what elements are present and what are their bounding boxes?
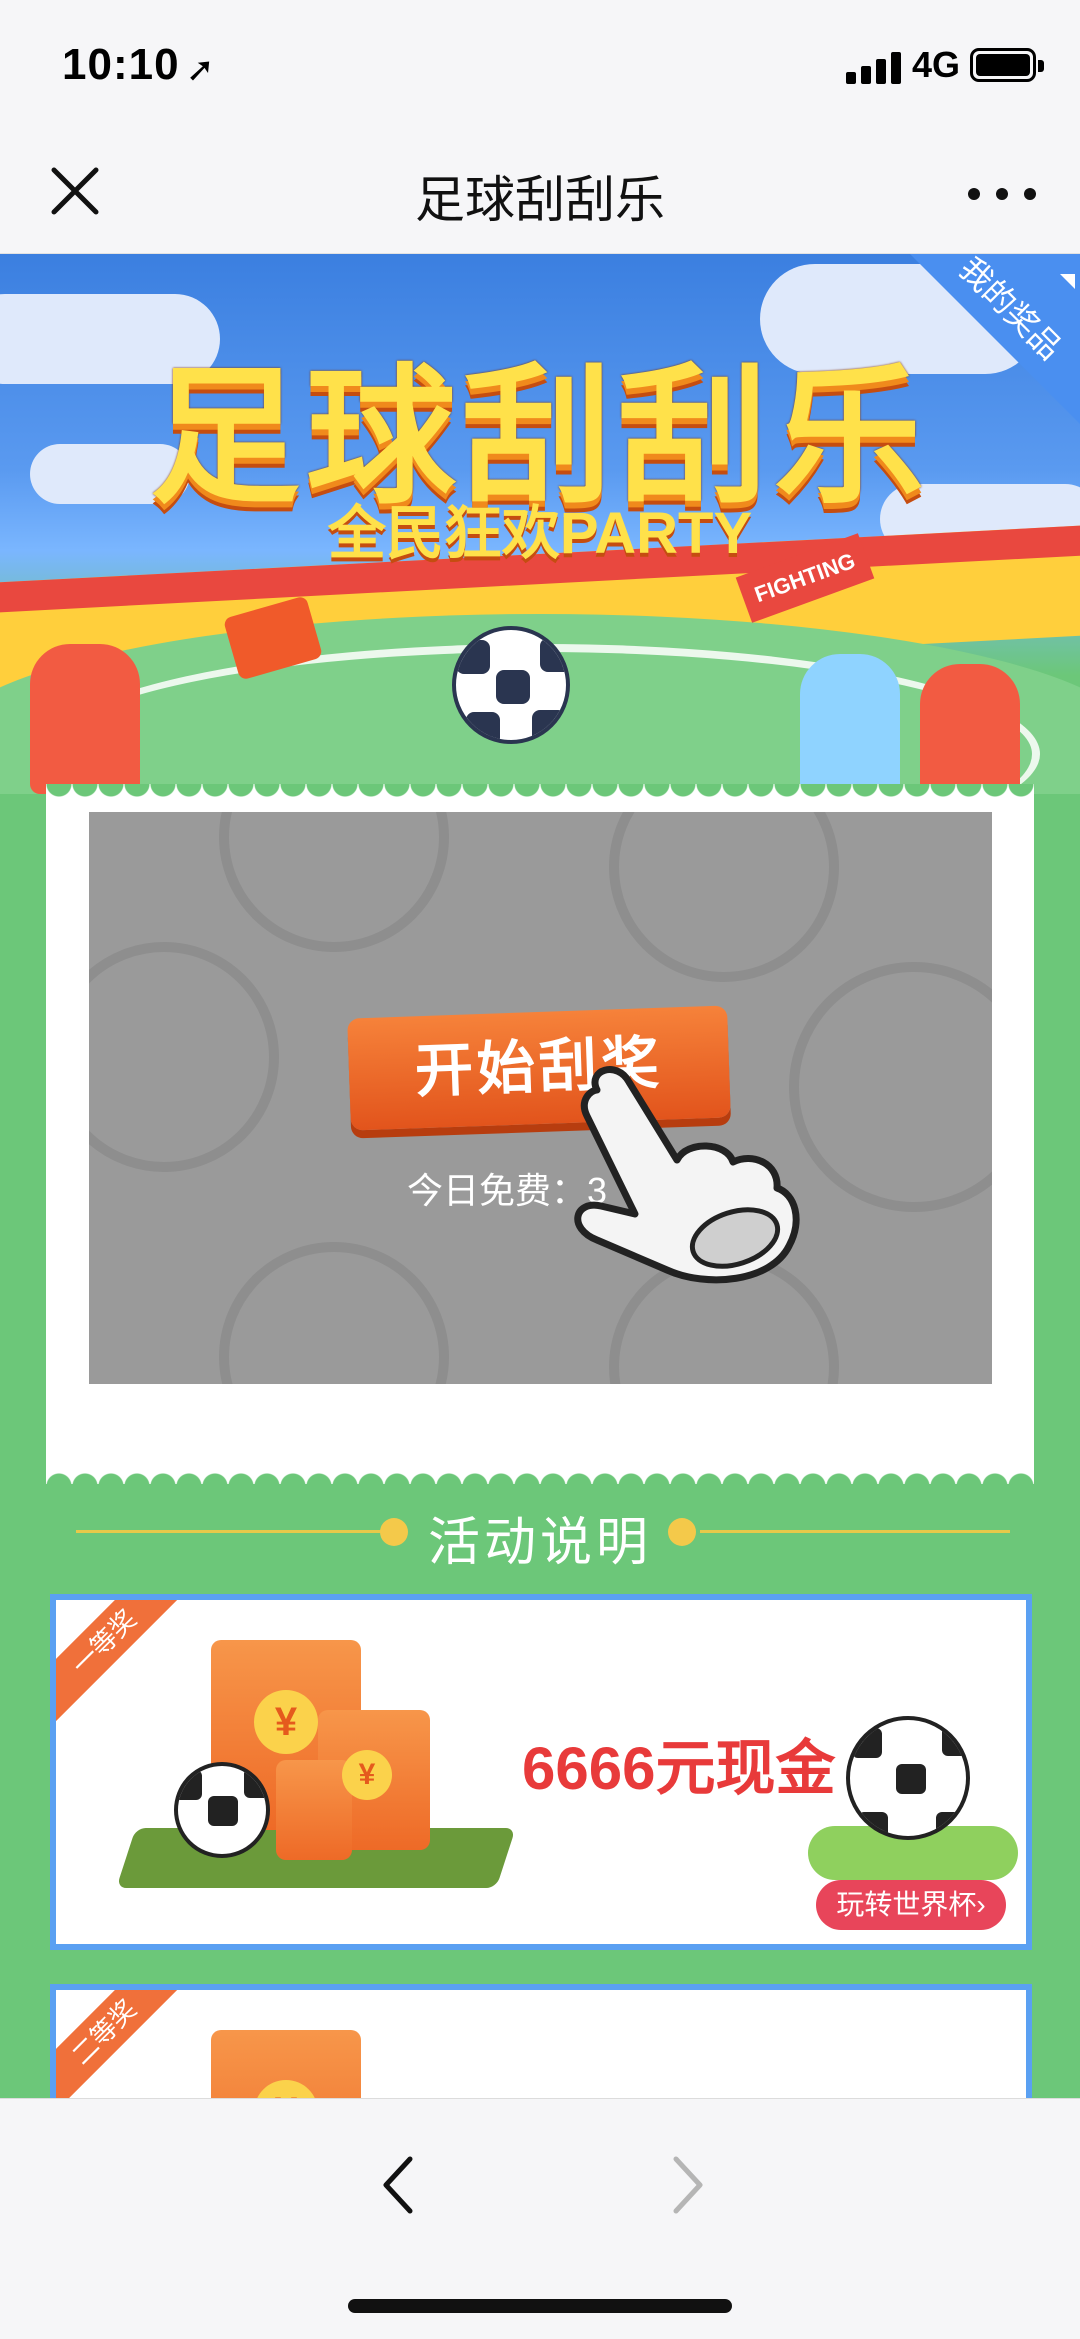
- banner-subtitle: 全民狂欢PARTY: [327, 501, 753, 566]
- soccer-ball-icon: [174, 1762, 270, 1858]
- prize-rank-ribbon: 二等奖: [56, 1990, 184, 2098]
- signal-icon: [846, 50, 904, 84]
- soccer-ball-icon: [846, 1716, 970, 1840]
- prize-card-second: 二等奖 ¥: [50, 1984, 1032, 2098]
- pointing-hand-icon: [557, 1060, 817, 1290]
- location-arrow-icon: ➚: [186, 51, 215, 89]
- section-header: 活动说明: [0, 1490, 1080, 1572]
- home-indicator: [348, 2299, 732, 2313]
- yen-coin-icon: ¥: [254, 1690, 318, 1754]
- yen-coin-icon: ¥: [342, 1750, 392, 1800]
- back-arrow-icon[interactable]: [370, 2145, 430, 2225]
- my-prizes-corner[interactable]: 我的奖品: [910, 254, 1080, 424]
- prize-rank-ribbon: 一等奖: [56, 1600, 184, 1722]
- prize-card-first: 一等奖 ¥ ¥ 6666元现金 玩转世界杯›: [50, 1594, 1032, 1950]
- prize-amount: 6666元现金: [522, 1735, 836, 1802]
- cheering-kid-right-2: [920, 664, 1020, 794]
- cheering-kid-left: [30, 644, 140, 794]
- nav-bar: 足球刮刮乐: [0, 130, 1080, 254]
- banner: 足球刮刮乐 全民狂欢PARTY FIGHTING 我的奖品: [0, 254, 1080, 794]
- battery-icon: [970, 48, 1044, 82]
- page-title: 足球刮刮乐: [415, 172, 665, 228]
- play-world-cup-button[interactable]: 玩转世界杯›: [816, 1880, 1006, 1930]
- section-title: 活动说明: [427, 1514, 652, 1572]
- more-icon[interactable]: [964, 164, 1044, 220]
- network-type: 4G: [912, 44, 961, 85]
- soccer-ball-icon: [452, 626, 570, 744]
- status-bar: 10:10 ➚ 4G: [0, 0, 1080, 130]
- forward-arrow-icon[interactable]: [656, 2145, 716, 2225]
- status-time: 10:10: [62, 40, 180, 89]
- scratch-card: 开始刮奖 今日免费：3: [46, 784, 1034, 1486]
- scratch-area[interactable]: 开始刮奖 今日免费：3: [89, 812, 992, 1384]
- web-content: 足球刮刮乐 全民狂欢PARTY FIGHTING 我的奖品 开始刮奖 今日免费：…: [0, 254, 1080, 2098]
- cheering-kid-right: [800, 654, 900, 794]
- browser-toolbar: [0, 2098, 1080, 2339]
